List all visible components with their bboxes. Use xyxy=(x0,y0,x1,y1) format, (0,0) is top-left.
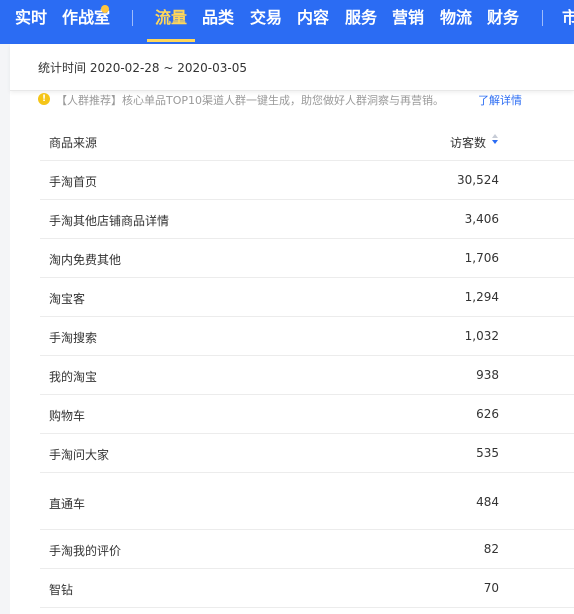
row-visitors: 484 xyxy=(476,495,499,509)
column-header-source: 商品来源 xyxy=(49,136,98,150)
row-visitors: 70 xyxy=(483,581,499,595)
nav-item-category[interactable]: 品类 xyxy=(202,0,234,44)
table-row[interactable]: 手淘其他店铺商品详情 3,406 xyxy=(40,200,574,239)
row-source: 购物车 xyxy=(49,409,86,423)
table-row[interactable]: 手淘问大家 535 xyxy=(40,434,574,473)
table-row[interactable]: 手淘搜索 1,032 xyxy=(40,317,574,356)
nav-item-marketing[interactable]: 营销 xyxy=(392,0,424,44)
table-row[interactable]: 淘宝客 1,294 xyxy=(40,278,574,317)
row-source: 手淘搜索 xyxy=(49,331,98,345)
table-row[interactable]: 手淘首页 30,524 xyxy=(40,161,574,200)
table-row[interactable]: 购物车 626 xyxy=(40,395,574,434)
row-visitors: 938 xyxy=(476,368,499,382)
row-source: 手淘首页 xyxy=(49,175,98,189)
nav-item-transaction[interactable]: 交易 xyxy=(250,0,282,44)
row-source: 手淘问大家 xyxy=(49,448,110,462)
row-visitors: 82 xyxy=(483,542,499,556)
nav-item-logistics[interactable]: 物流 xyxy=(440,0,472,44)
table-row[interactable]: 手淘我的评价 82 xyxy=(40,530,574,569)
top-navigation: 实时 作战室 流量 品类 交易 内容 服务 营销 物流 财务 市 xyxy=(0,0,574,44)
nav-item-traffic[interactable]: 流量 xyxy=(155,0,187,44)
nav-divider xyxy=(132,10,133,26)
sort-descending-icon[interactable] xyxy=(492,134,500,148)
date-range-text: 统计时间 2020-02-28 ~ 2020-03-05 xyxy=(38,61,247,75)
notification-dot-icon xyxy=(101,5,109,13)
nav-item-market[interactable]: 市 xyxy=(562,0,574,44)
row-visitors: 535 xyxy=(476,446,499,460)
row-source: 手淘我的评价 xyxy=(49,544,122,558)
traffic-source-panel: 统计时间 2020-02-28 ~ 2020-03-05 ! 【人群推荐】核心单… xyxy=(10,44,574,614)
table-row[interactable]: 智钻 70 xyxy=(40,569,574,608)
table-row[interactable]: 我的淘宝 938 xyxy=(40,356,574,395)
row-visitors: 1,706 xyxy=(464,251,499,265)
row-visitors: 30,524 xyxy=(457,173,499,187)
active-tab-indicator xyxy=(147,39,195,42)
learn-more-link[interactable]: 了解详情 xyxy=(478,92,522,108)
row-visitors: 1,032 xyxy=(464,329,499,343)
row-source: 智钻 xyxy=(49,583,74,597)
sort-down-arrow-icon xyxy=(492,140,498,144)
row-visitors: 3,406 xyxy=(464,212,499,226)
table-header: 商品来源 访客数 xyxy=(40,122,574,161)
sort-up-arrow-icon xyxy=(492,134,498,138)
row-source: 淘内免费其他 xyxy=(49,253,122,267)
date-range-bar: 统计时间 2020-02-28 ~ 2020-03-05 xyxy=(10,44,574,91)
nav-item-finance[interactable]: 财务 xyxy=(487,0,519,44)
notice-text: 【人群推荐】核心单品TOP10渠道人群一键生成，助您做好人群洞察与再营销。 xyxy=(56,94,445,107)
warning-icon: ! xyxy=(38,93,50,105)
nav-item-realtime[interactable]: 实时 xyxy=(15,0,47,44)
nav-item-content[interactable]: 内容 xyxy=(297,0,329,44)
row-source: 淘宝客 xyxy=(49,292,86,306)
row-source: 手淘其他店铺商品详情 xyxy=(49,214,170,228)
row-visitors: 1,294 xyxy=(464,290,499,304)
row-visitors: 626 xyxy=(476,407,499,421)
nav-item-service[interactable]: 服务 xyxy=(345,0,377,44)
table-row[interactable]: 直通车 484 xyxy=(40,473,574,530)
row-source: 直通车 xyxy=(49,497,86,511)
column-header-visitors[interactable]: 访客数 xyxy=(450,134,486,151)
table-row[interactable]: 淘内免费其他 1,706 xyxy=(40,239,574,278)
nav-divider xyxy=(542,10,543,26)
row-source: 我的淘宝 xyxy=(49,370,98,384)
